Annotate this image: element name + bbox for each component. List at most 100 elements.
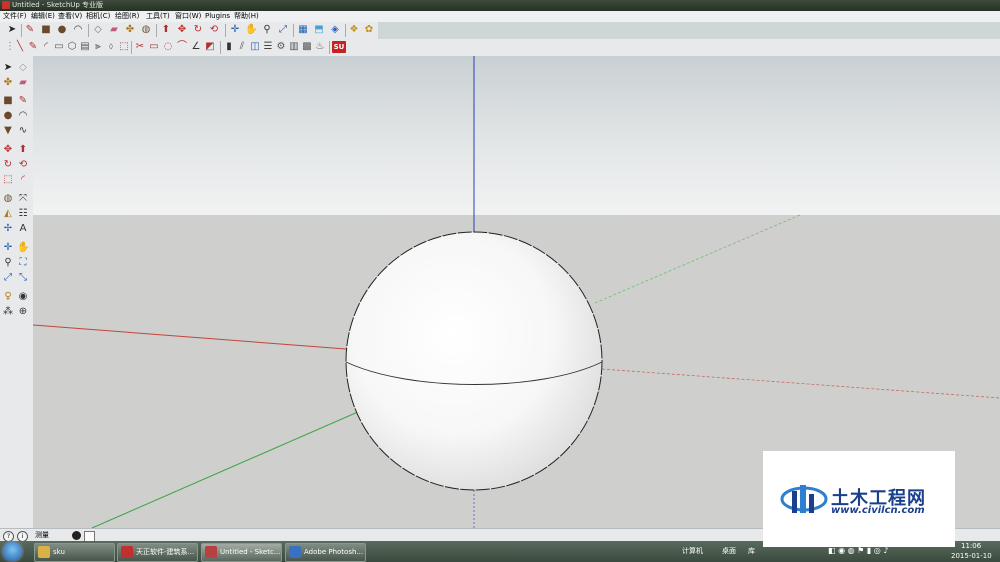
menu-draw[interactable]: 绘图(R)	[115, 12, 139, 21]
pan-icon[interactable]: ✋	[245, 24, 257, 36]
zoom-extents-icon[interactable]: ⤢	[277, 24, 289, 36]
pencil-icon[interactable]: ✎	[24, 24, 36, 36]
make-component-icon[interactable]: ◇	[92, 24, 104, 36]
trim-icon[interactable]: ◩	[204, 41, 216, 53]
scale-icon[interactable]: ⬚	[118, 41, 130, 53]
su-plugin-icon[interactable]: SU	[332, 41, 346, 53]
select-icon[interactable]: ➤	[2, 62, 14, 74]
rectangle-icon[interactable]: ■	[2, 95, 14, 107]
position-camera-icon[interactable]: ♀	[2, 291, 14, 303]
axes-icon[interactable]: ✢	[2, 223, 14, 235]
follow-me-icon[interactable]: ⟲	[17, 159, 29, 171]
zoom-window-icon[interactable]: ⛶	[17, 257, 29, 269]
protractor-icon[interactable]: ◭	[2, 208, 14, 220]
menu-window[interactable]: 窗口(W)	[175, 12, 201, 21]
circle-icon[interactable]: ●	[2, 110, 14, 122]
section-icon[interactable]: ▥	[288, 41, 300, 53]
freehand-icon[interactable]: ∿	[17, 125, 29, 137]
intersect-icon[interactable]: ◌	[162, 41, 174, 53]
tape-icon[interactable]: ◍	[2, 193, 14, 205]
offset-icon[interactable]: ⟲	[208, 24, 220, 36]
previous-icon[interactable]: ⤡	[17, 272, 29, 284]
menu-help[interactable]: 帮助(H)	[234, 12, 259, 21]
zoom-extents-icon[interactable]: ⤢	[2, 272, 14, 284]
start-button[interactable]	[3, 542, 22, 561]
clock-date[interactable]: 2015-01-10	[951, 552, 992, 560]
circle-icon[interactable]: ●	[56, 24, 68, 36]
polygon-icon[interactable]: ⬡	[66, 41, 78, 53]
menu-view[interactable]: 查看(V)	[58, 12, 82, 21]
arc-icon[interactable]: ◠	[72, 24, 84, 36]
dimension-icon[interactable]: ⫽	[236, 41, 248, 53]
rotate-tool-icon[interactable]: ⬨	[105, 41, 117, 53]
orbit-icon[interactable]: ✛	[229, 24, 241, 36]
tray-library-label[interactable]: 库	[748, 546, 755, 556]
text-icon[interactable]: ⚙	[275, 41, 287, 53]
walk-icon[interactable]: ⁂	[2, 306, 14, 318]
pan-icon[interactable]: ✋	[17, 242, 29, 254]
eraser-icon[interactable]: ◇	[17, 62, 29, 74]
push-pull-icon[interactable]: ⬆	[17, 144, 29, 156]
eraser2-icon[interactable]: ▰	[17, 77, 29, 89]
push-pull-icon[interactable]: ⬆	[160, 24, 172, 36]
follow-me-icon[interactable]: ✂	[134, 41, 146, 53]
offset-icon[interactable]: ◜	[17, 174, 29, 186]
arc-icon[interactable]: ◠	[17, 110, 29, 122]
line-icon[interactable]: ╲	[14, 41, 26, 53]
3d-warehouse-icon[interactable]: ▦	[297, 24, 309, 36]
union-icon[interactable]: ⌒	[176, 41, 188, 53]
tape-measure-icon[interactable]: ◍	[140, 24, 152, 36]
rotate-icon[interactable]: ↻	[192, 24, 204, 36]
share-model-icon[interactable]: ⬒	[313, 24, 325, 36]
zoom-icon[interactable]: ⚲	[2, 257, 14, 269]
text-icon[interactable]: ☷	[17, 208, 29, 220]
dimension-icon[interactable]: ⤧	[17, 193, 29, 205]
line-icon[interactable]: ✎	[17, 95, 29, 107]
protractor-icon[interactable]: ◫	[249, 41, 261, 53]
rotate-icon[interactable]: ↻	[2, 159, 14, 171]
rectangle-tool-icon[interactable]: ▭	[53, 41, 65, 53]
scale-icon[interactable]: ⬚	[2, 174, 14, 186]
paint-bucket-icon[interactable]: ✤	[124, 24, 136, 36]
components-icon[interactable]: ❖	[348, 24, 360, 36]
get-models-icon[interactable]: ◈	[329, 24, 341, 36]
tray-desktop-label[interactable]: 桌面	[722, 546, 736, 556]
move-tool-icon[interactable]: ⫸	[92, 41, 104, 53]
taskbar-item-explorer[interactable]: sku	[34, 543, 115, 562]
menu-tools[interactable]: 工具(T)	[146, 12, 170, 21]
move-icon[interactable]: ✥	[2, 144, 14, 156]
axes-icon[interactable]: ☰	[262, 41, 274, 53]
rectangle-icon[interactable]: ■	[40, 24, 52, 36]
clock-time[interactable]: 11:06	[961, 542, 981, 550]
look-around-icon[interactable]: ◉	[17, 291, 29, 303]
taskbar-item-tangent[interactable]: 天正软件-建筑系...	[117, 543, 198, 562]
offset-tool-icon[interactable]: ▭	[148, 41, 160, 53]
taskbar-item-sketchup[interactable]: Untitled - Sketc...	[201, 543, 282, 562]
move-icon[interactable]: ✥	[176, 24, 188, 36]
tray-computer-label[interactable]: 计算机	[682, 546, 703, 556]
camera-icon[interactable]: ▩	[301, 41, 313, 53]
section-plane-icon[interactable]: ⊕	[17, 306, 29, 318]
sphere[interactable]	[345, 231, 603, 491]
split-icon[interactable]: ▮	[223, 41, 235, 53]
select-icon[interactable]: ➤	[6, 24, 18, 36]
tray-icons[interactable]: ◧ ◉ ◍ ⚑ ▮ ◎ ♪	[828, 546, 888, 555]
3d-text-icon[interactable]: A	[17, 223, 29, 235]
polygon-icon[interactable]: ▼	[2, 125, 14, 137]
eraser-icon[interactable]: ▰	[108, 24, 120, 36]
arc-tool-icon[interactable]: ◜	[40, 41, 52, 53]
styles-icon[interactable]: ✿	[363, 24, 375, 36]
freehand-icon[interactable]: ✎	[27, 41, 39, 53]
menu-plugins[interactable]: Plugins	[205, 12, 230, 21]
circle-tool-icon[interactable]: ▤	[79, 41, 91, 53]
taskbar-item-photoshop[interactable]: Adobe Photosh...	[285, 543, 366, 562]
menu-edit[interactable]: 编辑(E)	[31, 12, 55, 21]
zoom-icon[interactable]: ⚲	[261, 24, 273, 36]
menu-camera[interactable]: 相机(C)	[86, 12, 110, 21]
menu-file[interactable]: 文件(F)	[3, 12, 27, 21]
orbit-icon[interactable]: ✛	[2, 242, 14, 254]
walk-icon[interactable]: ♨	[314, 41, 326, 53]
shadow-toggle-icon[interactable]	[72, 531, 81, 540]
subtract-icon[interactable]: ∠	[190, 41, 202, 53]
paint-icon[interactable]: ✤	[2, 77, 14, 89]
